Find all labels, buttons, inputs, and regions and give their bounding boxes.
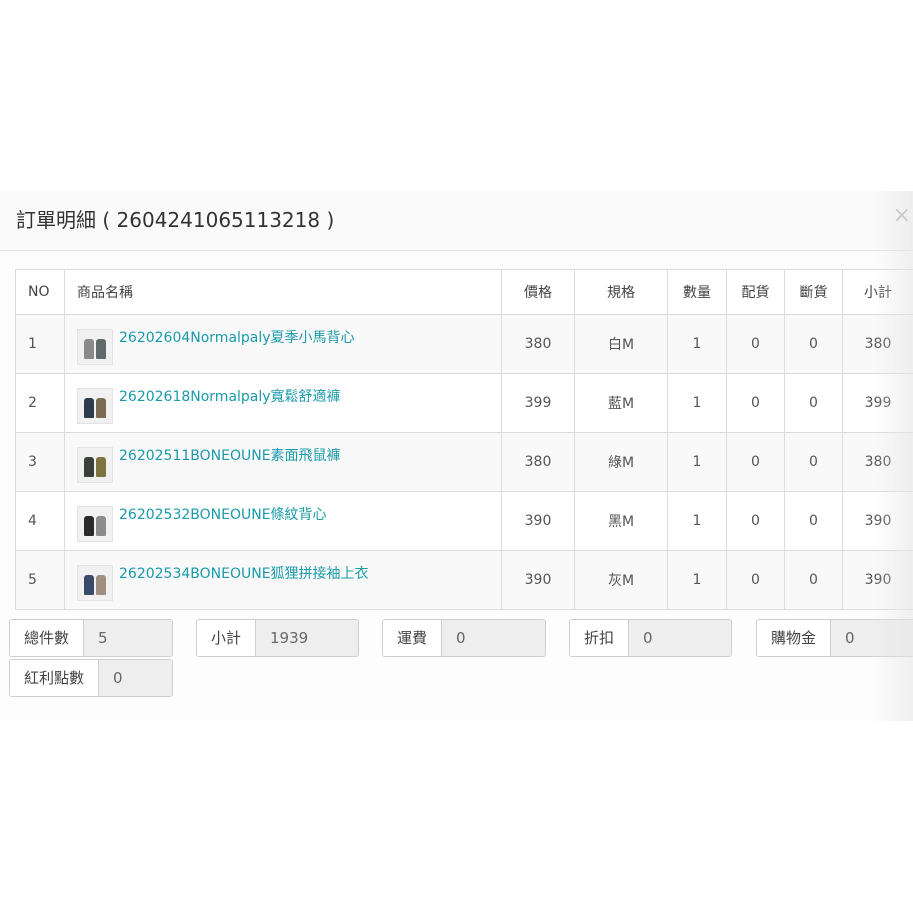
- row-allocated: 0: [726, 491, 785, 551]
- row-price: 390: [501, 491, 575, 551]
- order-detail-modal: 訂單明細 ( 2604241065113218 ) × NO 商品名稱 價格 規…: [0, 191, 913, 721]
- row-subtotal: 399: [842, 373, 913, 433]
- row-quantity: 1: [667, 550, 727, 610]
- row-product: 26202618Normalpaly寬鬆舒適褲: [64, 373, 502, 433]
- product-name-link[interactable]: 26202532BONEOUNE條紋背心: [119, 504, 327, 524]
- row-product: 26202604Normalpaly夏季小馬背心: [64, 314, 502, 374]
- row-spec: 灰M: [574, 550, 668, 610]
- table-row: 3 26202511BONEOUNE素面飛鼠褲 380 綠M 1 0 0 380: [15, 432, 913, 492]
- subtotal-group: 小計 1939: [196, 619, 359, 657]
- table-row: 2 26202618Normalpaly寬鬆舒適褲 399 藍M 1 0 0 3…: [15, 373, 913, 433]
- row-allocated: 0: [726, 550, 785, 610]
- row-subtotal: 390: [842, 491, 913, 551]
- column-header-price: 價格: [501, 269, 575, 315]
- row-product: 26202534BONEOUNE狐狸拼接袖上衣: [64, 550, 502, 610]
- row-quantity: 1: [667, 314, 727, 374]
- row-subtotal: 380: [842, 314, 913, 374]
- column-header-allocated: 配貨: [726, 269, 785, 315]
- row-spec: 綠M: [574, 432, 668, 492]
- row-price: 390: [501, 550, 575, 610]
- close-icon[interactable]: ×: [893, 203, 911, 229]
- subtotal-label: 小計: [197, 620, 257, 656]
- product-thumbnail-shirts[interactable]: [77, 565, 113, 601]
- table-row: 4 26202532BONEOUNE條紋背心 390 黑M 1 0 0 390: [15, 491, 913, 551]
- table-row: 1 26202604Normalpaly夏季小馬背心 380 白M 1 0 0 …: [15, 314, 913, 374]
- table-header-row: NO 商品名稱 價格 規格 數量 配貨 斷貨 小計: [15, 269, 913, 315]
- discount-field: 0: [629, 620, 731, 656]
- product-thumbnail-vests[interactable]: [77, 329, 113, 365]
- discount-label: 折扣: [570, 620, 630, 656]
- bonus-points-group: 紅利點數 0: [9, 659, 173, 697]
- product-thumbnail-pants[interactable]: [77, 447, 113, 483]
- shopping-credit-group: 購物金 0: [756, 619, 913, 657]
- row-price: 380: [501, 314, 575, 374]
- row-price: 399: [501, 373, 575, 433]
- product-name-link[interactable]: 26202534BONEOUNE狐狸拼接袖上衣: [119, 563, 369, 583]
- row-allocated: 0: [726, 314, 785, 374]
- shipping-field: 0: [442, 620, 545, 656]
- column-header-quantity: 數量: [667, 269, 727, 315]
- modal-header: 訂單明細 ( 2604241065113218 ) ×: [0, 191, 913, 251]
- bonus-points-field: 0: [99, 660, 172, 696]
- row-product: 26202532BONEOUNE條紋背心: [64, 491, 502, 551]
- shopping-credit-label: 購物金: [757, 620, 832, 656]
- column-header-no: NO: [15, 269, 65, 315]
- row-quantity: 1: [667, 491, 727, 551]
- row-spec: 白M: [574, 314, 668, 374]
- row-out-of-stock: 0: [784, 550, 843, 610]
- product-name-link[interactable]: 26202511BONEOUNE素面飛鼠褲: [119, 445, 341, 465]
- row-quantity: 1: [667, 373, 727, 433]
- total-items-group: 總件數 5: [9, 619, 173, 657]
- row-no: 4: [15, 491, 65, 551]
- table-row: 5 26202534BONEOUNE狐狸拼接袖上衣 390 灰M 1 0 0 3…: [15, 550, 913, 610]
- row-spec: 黑M: [574, 491, 668, 551]
- bonus-points-label: 紅利點數: [10, 660, 100, 696]
- row-out-of-stock: 0: [784, 373, 843, 433]
- total-items-field: 5: [84, 620, 172, 656]
- row-subtotal: 380: [842, 432, 913, 492]
- product-name-link[interactable]: 26202618Normalpaly寬鬆舒適褲: [119, 386, 341, 406]
- row-no: 1: [15, 314, 65, 374]
- row-product: 26202511BONEOUNE素面飛鼠褲: [64, 432, 502, 492]
- shipping-label: 運費: [383, 620, 443, 656]
- order-items-table: NO 商品名稱 價格 規格 數量 配貨 斷貨 小計 1 26202604Norm…: [15, 269, 913, 610]
- shopping-credit-field: 0: [831, 620, 913, 656]
- column-header-spec: 規格: [574, 269, 668, 315]
- column-header-subtotal: 小計: [842, 269, 913, 315]
- row-spec: 藍M: [574, 373, 668, 433]
- discount-group: 折扣 0: [569, 619, 732, 657]
- product-name-link[interactable]: 26202604Normalpaly夏季小馬背心: [119, 327, 355, 347]
- row-price: 380: [501, 432, 575, 492]
- row-no: 3: [15, 432, 65, 492]
- row-subtotal: 390: [842, 550, 913, 610]
- row-quantity: 1: [667, 432, 727, 492]
- row-allocated: 0: [726, 432, 785, 492]
- row-no: 2: [15, 373, 65, 433]
- total-items-label: 總件數: [10, 620, 85, 656]
- row-out-of-stock: 0: [784, 491, 843, 551]
- row-out-of-stock: 0: [784, 432, 843, 492]
- shipping-group: 運費 0: [382, 619, 546, 657]
- column-header-out-of-stock: 斷貨: [784, 269, 843, 315]
- modal-title: 訂單明細 ( 2604241065113218 ): [16, 208, 335, 232]
- row-out-of-stock: 0: [784, 314, 843, 374]
- column-header-product-name: 商品名稱: [64, 269, 502, 315]
- product-thumbnail-vests[interactable]: [77, 506, 113, 542]
- subtotal-field: 1939: [256, 620, 358, 656]
- product-thumbnail-pants[interactable]: [77, 388, 113, 424]
- row-allocated: 0: [726, 373, 785, 433]
- row-no: 5: [15, 550, 65, 610]
